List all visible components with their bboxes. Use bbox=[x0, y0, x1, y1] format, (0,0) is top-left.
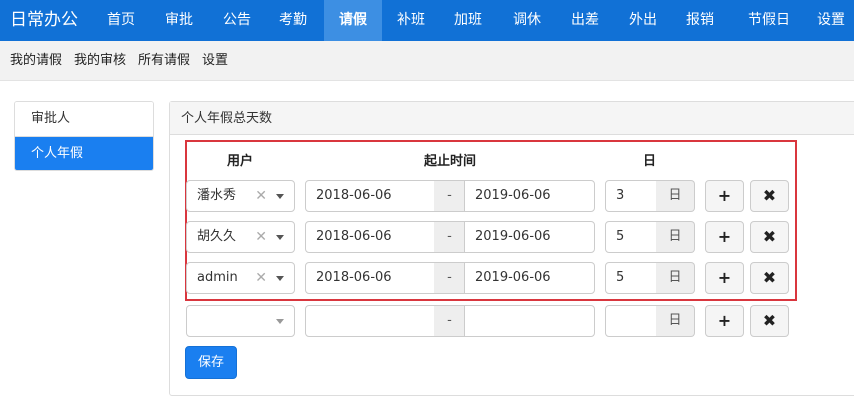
plus-icon: + bbox=[717, 227, 732, 246]
subnav-all-leave[interactable]: 所有请假 bbox=[138, 41, 190, 81]
caret-down-icon bbox=[276, 276, 284, 281]
end-date-input[interactable]: 2019-06-06 bbox=[464, 180, 595, 212]
header-period: 起止时间 bbox=[424, 154, 477, 169]
nav-item-home[interactable]: 首页 bbox=[97, 0, 145, 41]
clear-icon[interactable]: ✕ bbox=[255, 263, 267, 293]
nav-item-attendance[interactable]: 考勤 bbox=[269, 0, 317, 41]
header-days: 日 bbox=[643, 154, 657, 169]
user-select-value: admin bbox=[197, 270, 238, 285]
close-icon: ✖ bbox=[762, 186, 777, 205]
nav-item-notice[interactable]: 公告 bbox=[213, 0, 261, 41]
subnav-settings[interactable]: 设置 bbox=[202, 41, 228, 81]
caret-down-icon bbox=[276, 194, 284, 199]
user-select[interactable]: 潘水秀 ✕ bbox=[186, 180, 295, 212]
nav-item-makeup[interactable]: 补班 bbox=[387, 0, 435, 41]
remove-row-button[interactable]: ✖ bbox=[750, 180, 789, 212]
days-unit-addon: 日 bbox=[656, 221, 695, 253]
plus-icon: + bbox=[717, 268, 732, 287]
user-select[interactable]: admin ✕ bbox=[186, 262, 295, 294]
new-start-date-input[interactable] bbox=[305, 305, 435, 337]
clear-icon[interactable]: ✕ bbox=[255, 181, 267, 211]
plus-icon: + bbox=[717, 311, 732, 330]
close-icon: ✖ bbox=[762, 227, 777, 246]
side-menu-approver[interactable]: 审批人 bbox=[15, 102, 153, 136]
end-date-input[interactable]: 2019-06-06 bbox=[464, 221, 595, 253]
date-range-separator: - bbox=[434, 180, 465, 212]
remove-row-button[interactable]: ✖ bbox=[750, 262, 789, 294]
days-unit-addon: 日 bbox=[656, 180, 695, 212]
add-row-button[interactable]: + bbox=[705, 305, 744, 337]
remove-row-button[interactable]: ✖ bbox=[750, 221, 789, 253]
nav-item-outing[interactable]: 外出 bbox=[619, 0, 667, 41]
add-row-button[interactable]: + bbox=[705, 221, 744, 253]
plus-icon: + bbox=[717, 186, 732, 205]
new-user-select[interactable] bbox=[186, 305, 295, 337]
start-date-input[interactable]: 2018-06-06 bbox=[305, 262, 435, 294]
days-unit-addon: 日 bbox=[656, 305, 695, 337]
save-button[interactable]: 保存 bbox=[185, 346, 237, 379]
new-days-input[interactable] bbox=[605, 305, 657, 337]
date-range-separator: - bbox=[434, 305, 465, 337]
date-range-separator: - bbox=[434, 221, 465, 253]
date-range-separator: - bbox=[434, 262, 465, 294]
remove-row-button[interactable]: ✖ bbox=[750, 305, 789, 337]
nav-item-leave[interactable]: 请假 bbox=[324, 0, 382, 41]
days-unit-addon: 日 bbox=[656, 262, 695, 294]
header-user: 用户 bbox=[227, 154, 254, 169]
nav-item-reimburse[interactable]: 报销 bbox=[676, 0, 724, 41]
subnav-my-leave[interactable]: 我的请假 bbox=[10, 41, 62, 81]
nav-item-overtime[interactable]: 加班 bbox=[444, 0, 492, 41]
days-input[interactable]: 3 bbox=[605, 180, 657, 212]
days-input[interactable]: 5 bbox=[605, 221, 657, 253]
days-input[interactable]: 5 bbox=[605, 262, 657, 294]
sub-navbar: 我的请假 我的审核 所有请假 设置 bbox=[0, 41, 854, 81]
panel-title: 个人年假总天数 bbox=[170, 102, 854, 135]
add-row-button[interactable]: + bbox=[705, 262, 744, 294]
caret-down-icon bbox=[276, 319, 284, 324]
nav-item-approval[interactable]: 审批 bbox=[155, 0, 203, 41]
user-select-value: 潘水秀 bbox=[197, 188, 237, 203]
nav-item-settings[interactable]: 设置 bbox=[808, 0, 854, 41]
nav-item-compensatory[interactable]: 调休 bbox=[503, 0, 551, 41]
end-date-input[interactable]: 2019-06-06 bbox=[464, 262, 595, 294]
start-date-input[interactable]: 2018-06-06 bbox=[305, 180, 435, 212]
new-end-date-input[interactable] bbox=[464, 305, 595, 337]
add-row-button[interactable]: + bbox=[705, 180, 744, 212]
user-select[interactable]: 胡久久 ✕ bbox=[186, 221, 295, 253]
user-select-value: 胡久久 bbox=[197, 229, 237, 244]
subnav-my-review[interactable]: 我的审核 bbox=[74, 41, 126, 81]
clear-icon[interactable]: ✕ bbox=[255, 222, 267, 252]
side-menu-annual-leave[interactable]: 个人年假 bbox=[15, 136, 153, 170]
start-date-input[interactable]: 2018-06-06 bbox=[305, 221, 435, 253]
app-title[interactable]: 日常办公 bbox=[10, 0, 78, 41]
close-icon: ✖ bbox=[762, 268, 777, 287]
caret-down-icon bbox=[276, 235, 284, 240]
close-icon: ✖ bbox=[762, 311, 777, 330]
nav-item-business-trip[interactable]: 出差 bbox=[561, 0, 609, 41]
side-menu: 审批人 个人年假 bbox=[14, 101, 154, 171]
nav-item-holidays[interactable]: 节假日 bbox=[737, 0, 801, 41]
top-navbar: 日常办公 首页 审批 公告 考勤 请假 补班 加班 调休 出差 外出 报销 节假… bbox=[0, 0, 854, 41]
